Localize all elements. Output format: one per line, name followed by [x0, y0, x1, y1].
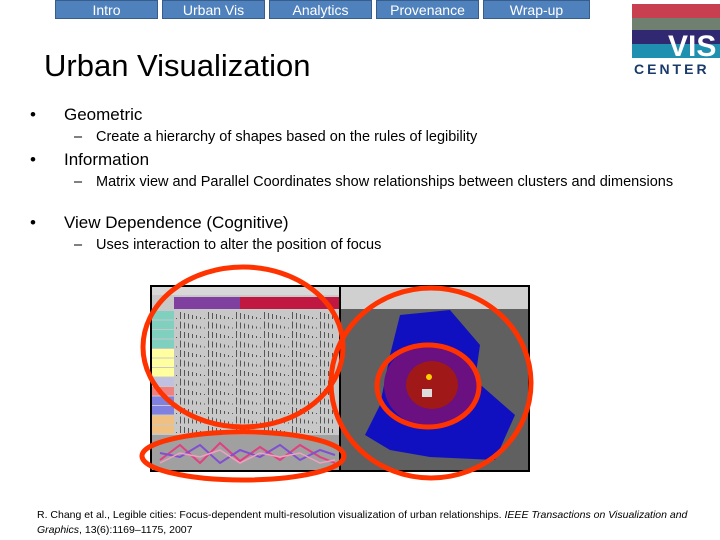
svg-text:CENTER: CENTER [634, 61, 710, 76]
highlight-ellipses [139, 264, 534, 483]
citation-details: , 13(6):1169–1175, 2007 [79, 524, 193, 536]
bullet-geometric: • Geometric [30, 105, 143, 124]
svg-text:VIS: VIS [668, 30, 716, 63]
bullet-text: View Dependence (Cognitive) [64, 213, 289, 232]
tab-provenance[interactable]: Provenance [376, 0, 479, 19]
page-title: Urban Visualization [44, 48, 311, 83]
sub-bullet: – Matrix view and Parallel Coordinates sh… [74, 174, 674, 190]
bullet-view-dependence: • View Dependence (Cognitive) [30, 213, 289, 232]
tab-wrap-up[interactable]: Wrap-up [483, 0, 590, 19]
sub-bullet-text: Uses interaction to alter the position o… [96, 237, 382, 253]
sub-bullet-text: Matrix view and Parallel Coordinates sho… [96, 174, 674, 190]
urban-vis-screenshot [139, 264, 534, 483]
sub-bullet: – Uses interaction to alter the position … [74, 237, 382, 253]
sub-bullet-text: Create a hierarchy of shapes based on th… [96, 129, 478, 145]
bullet-text: Information [64, 150, 150, 169]
tab-intro[interactable]: Intro [55, 0, 158, 19]
vis-center-logo: VIS CENTER [632, 4, 720, 77]
bullet-text: Geometric [64, 105, 143, 124]
bullet-information: • Information [30, 150, 150, 169]
citation: R. Chang et al., Legible cities: Focus-d… [37, 508, 707, 538]
citation-authors: R. Chang et al., Legible cities: Focus-d… [37, 509, 502, 521]
sub-bullet: – Create a hierarchy of shapes based on t… [74, 129, 478, 145]
tab-analytics[interactable]: Analytics [269, 0, 372, 19]
tab-urban-vis[interactable]: Urban Vis [162, 0, 265, 19]
